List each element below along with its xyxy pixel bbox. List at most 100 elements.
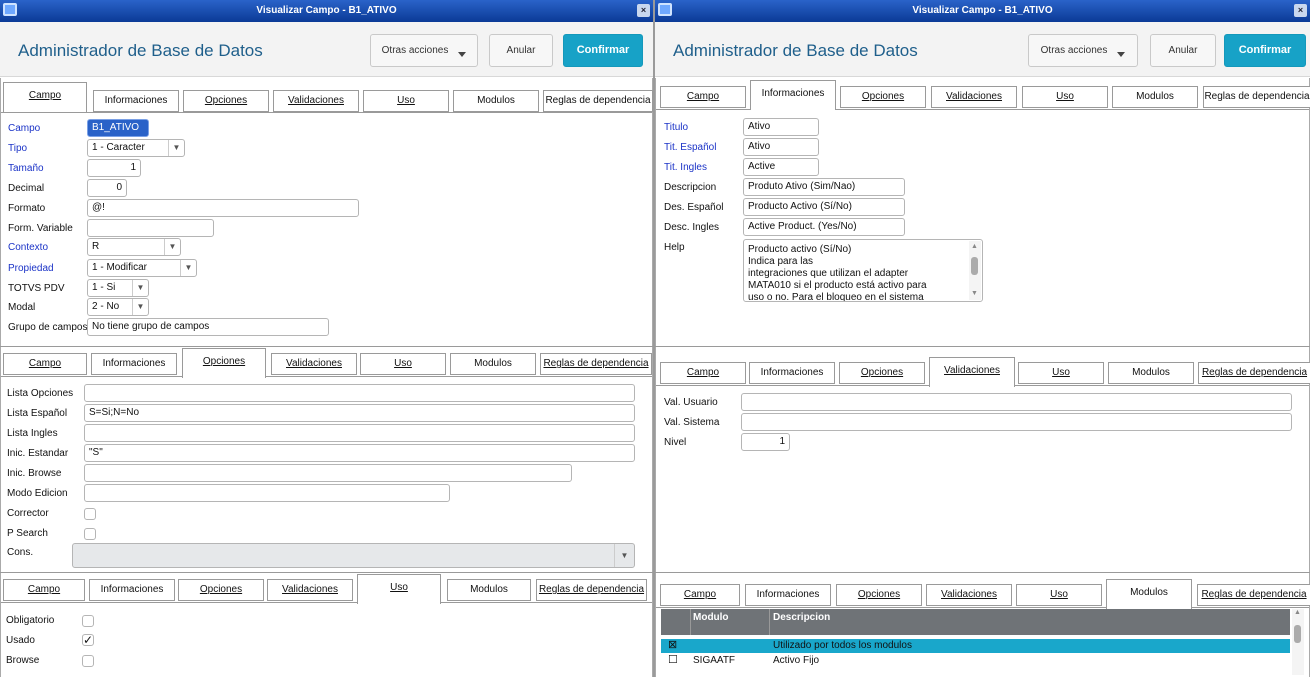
dropdown-arrow-icon[interactable]: ▼ — [132, 299, 148, 315]
lista-ingles-field[interactable] — [84, 424, 635, 442]
tab-reglas[interactable]: Reglas de dependencia — [1203, 86, 1310, 108]
tamano-field[interactable]: 1 — [87, 159, 141, 177]
tab-validaciones[interactable]: Validaciones — [273, 90, 359, 112]
confirm-button[interactable]: Confirmar — [563, 34, 643, 67]
tab-modulos[interactable]: Modulos — [450, 353, 536, 375]
lista-espanol-field[interactable]: S=Si;N=No — [84, 404, 635, 422]
row-checkbox[interactable]: ☐ — [668, 654, 678, 667]
tab-campo[interactable]: Campo — [660, 86, 746, 108]
tit-espanol-field[interactable]: Ativo — [743, 138, 819, 156]
tab-informaciones[interactable]: Informaciones — [89, 579, 175, 601]
inic-estandar-field[interactable]: "S" — [84, 444, 635, 462]
tab-uso[interactable]: Uso — [363, 90, 449, 112]
tab-informaciones[interactable]: Informaciones — [749, 362, 835, 384]
tab-validaciones[interactable]: Validaciones — [929, 357, 1015, 387]
help-scrollbar[interactable]: ▲ ▼ — [969, 241, 981, 300]
cons-select[interactable]: ▼ — [72, 543, 635, 568]
tab-uso[interactable]: Uso — [1022, 86, 1108, 108]
tab-campo[interactable]: Campo — [3, 353, 87, 375]
tab-opciones[interactable]: Opciones — [182, 348, 266, 378]
tab-opciones[interactable]: Opciones — [183, 90, 269, 112]
tab-informaciones[interactable]: Informaciones — [91, 353, 177, 375]
obligatorio-checkbox[interactable] — [82, 615, 94, 627]
dropdown-arrow-icon[interactable]: ▼ — [180, 260, 196, 276]
cancel-button[interactable]: Anular — [489, 34, 553, 67]
tab-reglas[interactable]: Reglas de dependencia — [1198, 362, 1310, 384]
tab-campo[interactable]: Campo — [3, 579, 85, 601]
tab-informaciones[interactable]: Informaciones — [750, 80, 836, 110]
usado-checkbox[interactable]: ✓ — [82, 634, 94, 646]
scroll-thumb[interactable] — [971, 257, 978, 275]
tab-opciones[interactable]: Opciones — [178, 579, 264, 601]
tipo-select[interactable]: 1 - Caracter ▼ — [87, 139, 185, 157]
p-search-checkbox[interactable] — [84, 528, 96, 540]
tab-uso[interactable]: Uso — [357, 574, 441, 604]
confirm-button[interactable]: Confirmar — [1224, 34, 1306, 67]
tab-uso[interactable]: Uso — [1016, 584, 1102, 606]
close-icon[interactable]: × — [637, 4, 650, 17]
desc-ingles-field[interactable]: Active Product. (Yes/No) — [743, 218, 905, 236]
row-checkbox[interactable]: ⊠ — [668, 639, 677, 652]
close-icon[interactable]: × — [1294, 4, 1307, 17]
tab-validaciones[interactable]: Validaciones — [271, 353, 357, 375]
decimal-field[interactable]: 0 — [87, 179, 127, 197]
inic-browse-field[interactable] — [84, 464, 572, 482]
val-sistema-field[interactable] — [741, 413, 1292, 431]
tab-validaciones[interactable]: Validaciones — [926, 584, 1012, 606]
help-textarea[interactable]: Producto activo (Sí/No) Indica para las … — [743, 239, 983, 302]
col-descripcion[interactable]: Descripcion — [773, 612, 830, 623]
scroll-up-icon[interactable]: ▲ — [1294, 609, 1301, 616]
tab-informaciones[interactable]: Informaciones — [745, 584, 831, 606]
tab-campo[interactable]: Campo — [3, 82, 87, 112]
table-row[interactable]: ☐ SIGAATF Activo Fijo — [661, 654, 1290, 668]
tab-modulos[interactable]: Modulos — [447, 579, 531, 601]
scroll-down-icon[interactable]: ▼ — [971, 288, 978, 300]
formato-field[interactable]: @! — [87, 199, 359, 217]
dropdown-arrow-icon[interactable]: ▼ — [164, 239, 180, 255]
scroll-thumb[interactable] — [1294, 625, 1301, 643]
other-actions-button[interactable]: Otras acciones — [1028, 34, 1138, 67]
tab-campo[interactable]: Campo — [660, 584, 740, 606]
campo-field[interactable]: B1_ATIVO — [87, 119, 149, 137]
modal-select[interactable]: 2 - No ▼ — [87, 298, 149, 316]
nivel-field[interactable]: 1 — [741, 433, 790, 451]
dropdown-arrow-icon[interactable]: ▼ — [132, 280, 148, 296]
tab-reglas[interactable]: Reglas de dependencia — [543, 90, 653, 112]
val-usuario-field[interactable] — [741, 393, 1292, 411]
des-espanol-field[interactable]: Producto Activo (Sí/No) — [743, 198, 905, 216]
tab-opciones[interactable]: Opciones — [839, 362, 925, 384]
scroll-up-icon[interactable]: ▲ — [971, 241, 978, 253]
propiedad-select[interactable]: 1 - Modificar ▼ — [87, 259, 197, 277]
tab-validaciones[interactable]: Validaciones — [267, 579, 353, 601]
cancel-button[interactable]: Anular — [1150, 34, 1216, 67]
tab-reglas[interactable]: Reglas de dependencia — [540, 353, 652, 375]
table-row[interactable]: ⊠ Utilizado por todos los modulos — [661, 639, 1290, 653]
tab-modulos[interactable]: Modulos — [1106, 579, 1192, 609]
tab-reglas[interactable]: Reglas de dependencia — [1197, 584, 1310, 606]
grid-scrollbar[interactable]: ▲ — [1292, 609, 1304, 675]
col-modulo[interactable]: Modulo — [693, 612, 729, 623]
tab-modulos[interactable]: Modulos — [1112, 86, 1198, 108]
form-variable-field[interactable] — [87, 219, 214, 237]
titulo-field[interactable]: Ativo — [743, 118, 819, 136]
tab-uso[interactable]: Uso — [360, 353, 446, 375]
tab-informaciones[interactable]: Informaciones — [93, 90, 179, 112]
grupo-field[interactable]: No tiene grupo de campos — [87, 318, 329, 336]
lista-opciones-field[interactable] — [84, 384, 635, 402]
dropdown-arrow-icon[interactable]: ▼ — [614, 544, 634, 567]
tab-campo[interactable]: Campo — [660, 362, 746, 384]
modo-edicion-field[interactable] — [84, 484, 450, 502]
dropdown-arrow-icon[interactable]: ▼ — [168, 140, 184, 156]
other-actions-button[interactable]: Otras acciones — [370, 34, 478, 67]
tab-opciones[interactable]: Opciones — [836, 584, 922, 606]
tab-modulos[interactable]: Modulos — [453, 90, 539, 112]
tab-reglas[interactable]: Reglas de dependencia — [536, 579, 647, 601]
browse-checkbox[interactable] — [82, 655, 94, 667]
tit-ingles-field[interactable]: Active — [743, 158, 819, 176]
tab-opciones[interactable]: Opciones — [840, 86, 926, 108]
descripcion-field[interactable]: Produto Ativo (Sim/Nao) — [743, 178, 905, 196]
tab-modulos[interactable]: Modulos — [1108, 362, 1194, 384]
tab-validaciones[interactable]: Validaciones — [931, 86, 1017, 108]
totvs-pdv-select[interactable]: 1 - Si ▼ — [87, 279, 149, 297]
corrector-checkbox[interactable] — [84, 508, 96, 520]
